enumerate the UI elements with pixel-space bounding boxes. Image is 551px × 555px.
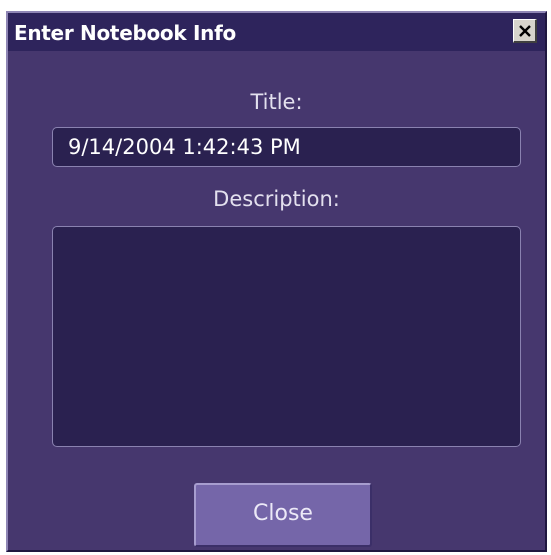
title-label: Title: <box>250 90 303 114</box>
titlebar-close-button[interactable] <box>513 19 537 43</box>
title-input[interactable]: 9/14/2004 1:42:43 PM <box>52 127 521 167</box>
close-button[interactable]: Close <box>194 483 372 547</box>
titlebar[interactable]: Enter Notebook Info <box>8 13 545 51</box>
description-label: Description: <box>213 187 340 211</box>
notebook-info-dialog: Enter Notebook Info Title: 9/14/2004 1:4… <box>6 11 547 552</box>
description-textarea[interactable] <box>52 226 521 447</box>
window-title: Enter Notebook Info <box>14 21 236 45</box>
close-x-icon <box>519 25 531 37</box>
